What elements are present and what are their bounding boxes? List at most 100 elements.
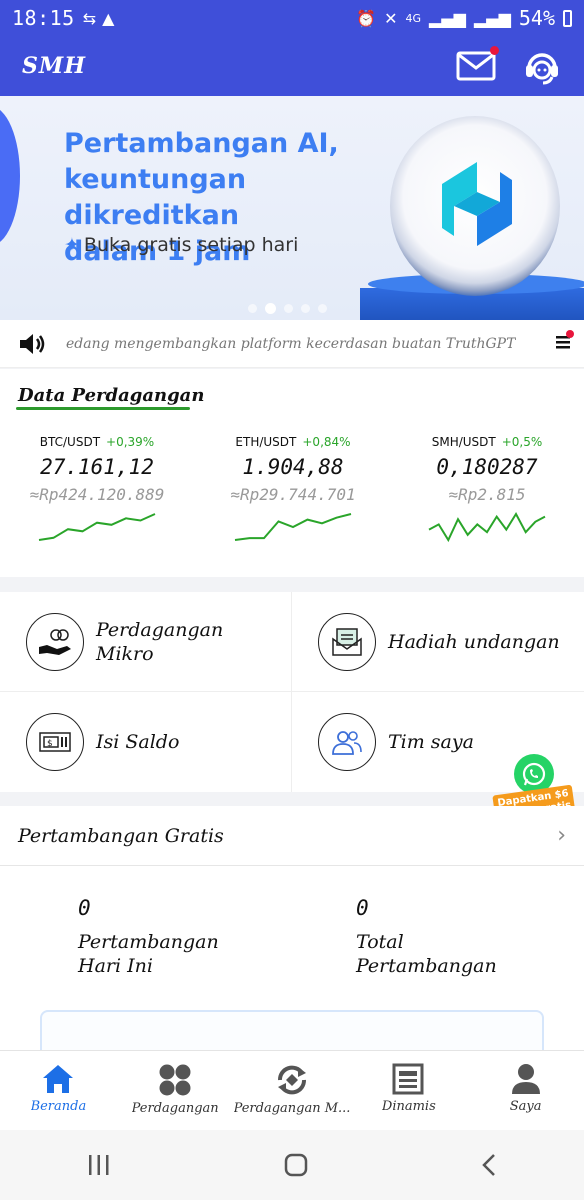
banner-pagination (248, 303, 327, 314)
envelope-icon (318, 612, 376, 671)
smh-logo-icon (442, 162, 512, 246)
nav-home[interactable]: Beranda (0, 1051, 117, 1130)
page-dot[interactable] (284, 304, 293, 313)
status-right: ⏰ ✕ 4G ▂▄▆ ▂▄▆ 54% (356, 6, 572, 30)
battery-level: 54% (518, 6, 555, 30)
news-icon (392, 1063, 424, 1095)
home-icon (43, 1065, 74, 1093)
ticker-idr: ≈Rp424.120.889 (29, 485, 165, 504)
section-title: Pertambangan Gratis (18, 824, 224, 847)
sparkline (234, 513, 352, 541)
app-logo: SMH (22, 53, 87, 79)
today-mining-stat: 0 Pertambangan Hari Ini (78, 896, 238, 978)
micro-trading-icon (26, 612, 84, 671)
alarm-icon: ⏰ (356, 8, 377, 28)
ticker-pair: SMH/USDT +0,5% (392, 435, 582, 449)
stat-value: 0 (356, 896, 369, 920)
nav-label: Perdagangan (131, 1101, 219, 1116)
free-mining-header[interactable]: Pertambangan Gratis › (0, 806, 584, 866)
nav-label: Beranda (30, 1099, 87, 1114)
sparkline-series (428, 511, 546, 543)
mail-button[interactable] (456, 46, 499, 83)
banner-headline-line: keuntungan dikreditkan (64, 164, 247, 231)
sparkline-series (38, 513, 156, 541)
ticker-pair: ETH/USDT +0,84% (198, 435, 388, 449)
sparkle-icon: ✦ (64, 234, 80, 256)
page-dot[interactable] (318, 304, 327, 313)
signal-icon-2: ▂▄▆ (473, 8, 511, 28)
ticker-price: 0,180287 (436, 455, 538, 479)
ticker-smh[interactable]: SMH/USDT +0,5% 0,180287 ≈Rp2.815 (392, 435, 582, 546)
stat-label: Pertambangan Hari Ini (78, 931, 219, 977)
change-label: +0,39% (106, 435, 155, 449)
sparkline-series (234, 513, 352, 541)
page-dot[interactable] (301, 304, 310, 313)
free-mining-section: Pertambangan Gratis › 0 Pertambangan Har… (0, 806, 584, 1070)
bottom-nav: Beranda Perdagangan Perdagangan M... Din… (0, 1050, 584, 1130)
invite-reward-button[interactable]: Hadiah undangan (292, 592, 583, 691)
team-icon (318, 712, 376, 771)
banner-subtext: ✦ Buka gratis setiap hari (64, 234, 298, 256)
sparkline (428, 511, 546, 543)
ticker-idr: ≈Rp2.815 (448, 485, 526, 504)
battery-icon (563, 9, 572, 27)
nav-label: Perdagangan M... (233, 1101, 351, 1116)
nav-label: Dinamis (381, 1099, 436, 1114)
warning-icon: ▲ (102, 8, 115, 28)
exchange-cycle-icon (277, 1065, 307, 1095)
nav-profile[interactable]: Saya (467, 1051, 584, 1130)
ticker-idr: ≈Rp29.744.701 (230, 485, 356, 504)
system-nav-bar (0, 1130, 584, 1200)
section-title: Data Perdagangan (18, 385, 205, 406)
recent-apps-icon[interactable] (87, 1154, 111, 1176)
nav-trading[interactable]: Perdagangan (117, 1051, 234, 1130)
menu-label: Isi Saldo (96, 730, 180, 753)
promo-banner[interactable]: Pertambangan AI, keuntungan dikreditkan … (0, 96, 584, 320)
svg-text:$: $ (47, 739, 53, 749)
home-button-icon[interactable] (284, 1153, 308, 1177)
app-bar: SMH (0, 36, 584, 96)
total-mining-stat: 0 Total Pertambangan (356, 896, 516, 978)
unread-dot (566, 330, 574, 338)
nav-label: Saya (509, 1099, 542, 1114)
banner-headline-line: Pertambangan AI, (64, 128, 339, 159)
stat-value: 0 (78, 896, 91, 920)
network-type: 4G (405, 11, 422, 25)
chevron-right-icon: › (557, 823, 566, 848)
micro-trading-button[interactable]: Perdagangan Mikro (0, 592, 291, 691)
announcement-menu-button[interactable] (556, 330, 574, 353)
trading-grid-icon (159, 1064, 191, 1096)
ticker-price: 27.161,12 (40, 455, 154, 479)
call-forward-icon: ⇆ (82, 8, 97, 28)
pair-label: SMH/USDT (431, 435, 496, 449)
page-dot[interactable] (248, 304, 257, 313)
pair-label: ETH/USDT (235, 435, 297, 449)
ticker-pair: BTC/USDT +0,39% (2, 435, 192, 449)
unread-dot (490, 46, 499, 55)
menu-label: Hadiah undangan (388, 630, 560, 653)
speaker-icon (20, 333, 45, 354)
change-label: +0,84% (302, 435, 351, 449)
announcement-text: edang mengembangkan platform kecerdasan … (66, 335, 516, 352)
ticker-eth[interactable]: ETH/USDT +0,84% 1.904,88 ≈Rp29.744.701 (198, 435, 388, 546)
announcement-bar: edang mengembangkan platform kecerdasan … (0, 320, 584, 368)
nav-dynamic[interactable]: Dinamis (350, 1051, 467, 1130)
title-underline (16, 407, 190, 410)
pair-label: BTC/USDT (39, 435, 101, 449)
back-icon[interactable] (481, 1153, 497, 1177)
change-label: +0,5% (501, 435, 543, 449)
menu-label: Tim saya (388, 730, 474, 753)
mute-icon: ✕ (384, 8, 398, 28)
page-dot[interactable] (265, 303, 276, 314)
ticker-btc[interactable]: BTC/USDT +0,39% 27.161,12 ≈Rp424.120.889 (2, 435, 192, 546)
nav-micro-trading[interactable]: Perdagangan M... (233, 1051, 351, 1130)
customer-service-icon[interactable] (522, 46, 562, 86)
wallet-icon: $ (26, 712, 84, 771)
sparkline (38, 513, 156, 541)
user-icon (511, 1064, 540, 1094)
top-up-button[interactable]: $ Isi Saldo (0, 692, 291, 791)
menu-label: Perdagangan Mikro (96, 618, 224, 665)
status-bar: 18:15 ⇆ ▲ ⏰ ✕ 4G ▂▄▆ ▂▄▆ 54% (0, 0, 584, 36)
trading-data-section: Data Perdagangan BTC/USDT +0,39% 27.161,1… (0, 369, 584, 577)
mail-icon (456, 51, 496, 81)
